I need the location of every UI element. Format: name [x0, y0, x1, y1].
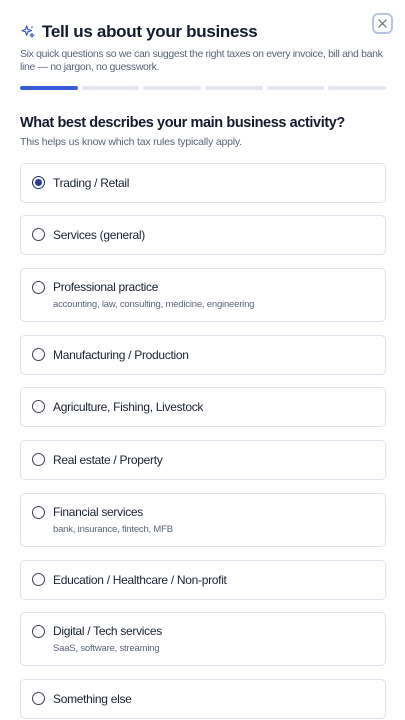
- progress-segment: [143, 86, 202, 90]
- question-block: What best describes your main business a…: [20, 115, 390, 148]
- progress-segment: [20, 86, 78, 90]
- progress-segment: [205, 86, 263, 90]
- option-description: bank, insurance, fintech, MFB: [53, 524, 173, 535]
- progress-segment: [266, 86, 325, 90]
- option-radio[interactable]: [32, 625, 45, 638]
- option-card[interactable]: Digital / Tech services SaaS, software, s…: [20, 612, 386, 666]
- option-card[interactable]: Education / Healthcare / Non-profit: [20, 560, 386, 600]
- option-label: Real estate / Property: [53, 453, 163, 467]
- option-radio[interactable]: [32, 453, 45, 466]
- option-card[interactable]: Services (general): [20, 215, 386, 255]
- progress-segment: [328, 86, 387, 90]
- question-help: This helps us know which tax rules typic…: [20, 136, 242, 148]
- option-card[interactable]: Professional practice accounting, law, co…: [20, 268, 386, 322]
- option-label: Something else: [53, 692, 132, 706]
- option-label: Trading / Retail: [53, 176, 130, 190]
- sparkle-icon: [21, 25, 35, 38]
- option-label: Professional practice: [53, 280, 159, 294]
- option-card[interactable]: Something else: [20, 679, 386, 719]
- option-radio[interactable]: [32, 176, 45, 189]
- modal-header: Tell us about your business Six quick qu…: [20, 20, 390, 74]
- option-radio[interactable]: [32, 348, 45, 361]
- option-card[interactable]: Trading / Retail: [20, 163, 386, 203]
- progress-segment: [81, 86, 140, 90]
- modal-title: Tell us about your business: [42, 22, 258, 41]
- option-radio[interactable]: [32, 506, 45, 519]
- option-label: Financial services: [53, 505, 143, 519]
- option-card[interactable]: Agriculture, Fishing, Livestock: [20, 387, 386, 427]
- step-progress: [20, 86, 387, 90]
- option-description: accounting, law, consulting, medicine, e…: [53, 299, 255, 310]
- option-label: Services (general): [53, 228, 145, 242]
- option-card[interactable]: Manufacturing / Production: [20, 335, 386, 375]
- option-radio[interactable]: [32, 228, 45, 241]
- option-label: Digital / Tech services: [53, 624, 162, 638]
- option-radio[interactable]: [32, 281, 45, 294]
- modal-subtitle: Six quick questions so we can suggest th…: [20, 48, 383, 73]
- option-label: Manufacturing / Production: [53, 348, 189, 362]
- option-description: SaaS, software, streaming: [53, 643, 160, 654]
- question-title: What best describes your main business a…: [20, 115, 345, 131]
- option-label: Education / Healthcare / Non-profit: [53, 573, 227, 587]
- option-radio[interactable]: [32, 573, 45, 586]
- option-card[interactable]: Real estate / Property: [20, 440, 386, 480]
- option-radio[interactable]: [32, 400, 45, 413]
- option-card[interactable]: Financial services bank, insurance, finte…: [20, 493, 386, 547]
- option-radio[interactable]: [32, 692, 45, 705]
- onboarding-modal: Tell us about your business Six quick qu…: [0, 0, 405, 720]
- option-label: Agriculture, Fishing, Livestock: [53, 400, 204, 414]
